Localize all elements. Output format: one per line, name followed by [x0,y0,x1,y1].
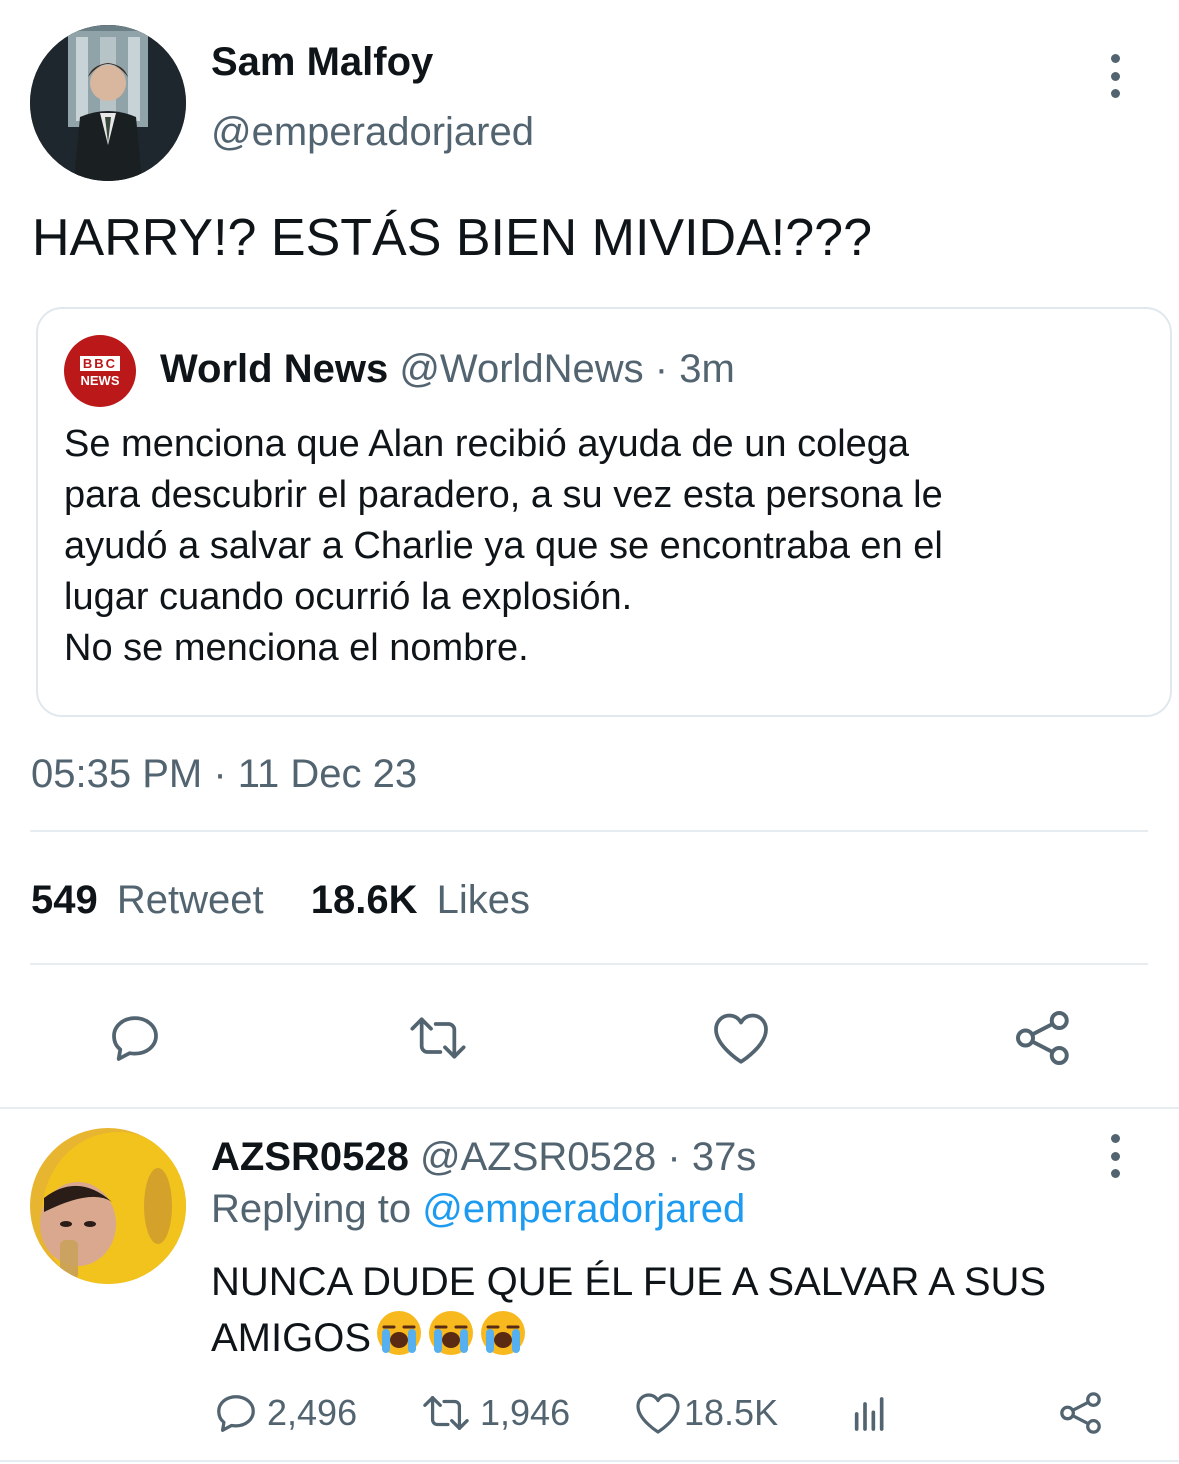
analytics-icon [854,1397,884,1431]
reply-text-line: AMIGOS [211,1316,372,1360]
bbc-news-logo: BBC NEWS [64,335,136,407]
tweet-timestamp[interactable]: 05:35 PM · 11 Dec 23 [31,752,417,797]
reply-handle-time[interactable]: @AZSR0528 · 37s [420,1135,756,1179]
likes-label[interactable]: Likes [437,878,530,922]
bottom-divider [0,1460,1179,1462]
reply-text-line: NUNCA DUDE QUE ÉL FUE A SALVAR A SUS [211,1260,1047,1304]
reply-author-name[interactable]: AZSR0528 [211,1135,409,1179]
reply-reply-button[interactable]: 2,496 [213,1390,357,1436]
like-icon [714,1013,768,1064]
reply-icon [112,1016,158,1061]
tweet-text: HARRY!? ESTÁS BIEN MIVIDA!??? [32,209,872,267]
share-button[interactable] [1010,1005,1076,1071]
retweet-count[interactable]: 549 [31,878,98,922]
retweet-button[interactable] [400,1005,476,1071]
quoted-text-line: ayudó a salvar a Charlie ya que se encon… [64,525,943,567]
reply-more-options-icon[interactable] [1100,1134,1130,1178]
loudly-crying-face-icon [481,1311,526,1355]
reply-retweet-button[interactable]: 1,946 [420,1390,570,1436]
quoted-tweet-card[interactable]: BBC NEWS World News @WorldNews · 3m Se m… [36,307,1172,717]
reply-count: 2,496 [267,1392,358,1433]
divider [30,830,1148,832]
quoted-text-line: No se menciona el nombre. [64,627,529,669]
retweet-icon [423,1396,469,1430]
like-button[interactable] [706,1005,776,1071]
replying-to-label: Replying to [211,1187,412,1231]
more-options-icon[interactable] [1100,54,1130,98]
reply-like-button[interactable]: 18.5K [634,1390,778,1436]
divider [30,963,1148,965]
like-icon [636,1393,680,1434]
author-avatar-image [30,25,186,181]
loudly-crying-face-icon [429,1311,474,1355]
share-icon [1060,1392,1101,1434]
quoted-text-line: lugar cuando ocurrió la explosión. [64,576,633,618]
quoted-handle-time: @WorldNews · 3m [399,347,735,391]
reply-analytics-button[interactable] [846,1390,894,1438]
reply-button[interactable] [100,1005,170,1071]
retweet-icon [410,1017,466,1059]
author-name[interactable]: Sam Malfoy [211,40,433,85]
reply-icon [217,1395,255,1432]
author-handle[interactable]: @emperadorjared [211,110,534,155]
retweet-count: 1,946 [480,1392,571,1433]
retweet-label[interactable]: Retweet [117,878,264,922]
likes-count[interactable]: 18.6K [311,878,418,922]
loudly-crying-face-icon [377,1311,422,1355]
quoted-tweet-text: Se menciona que Alan recibió ayuda de un… [64,419,943,674]
reply-avatar-image [30,1128,186,1284]
bbc-logo-text: BBC [79,355,121,371]
news-logo-text: NEWS [80,372,120,388]
share-icon [1016,1011,1069,1065]
author-avatar[interactable] [30,25,186,181]
engagement-stats: 549 Retweet 18.6K Likes [31,878,530,923]
replying-to-handle[interactable]: @emperadorjared [422,1187,745,1231]
reply-author-avatar[interactable] [30,1128,186,1284]
section-divider [0,1107,1179,1109]
like-count: 18.5K [684,1392,779,1433]
reply-text: NUNCA DUDE QUE ÉL FUE A SALVAR A SUS AMI… [211,1255,1046,1365]
quoted-text-line: para descubrir el paradero, a su vez est… [64,474,943,516]
reply-share-button[interactable] [1056,1388,1106,1438]
quoted-text-line: Se menciona que Alan recibió ayuda de un… [64,423,910,465]
quoted-author-name: World News [160,347,389,391]
